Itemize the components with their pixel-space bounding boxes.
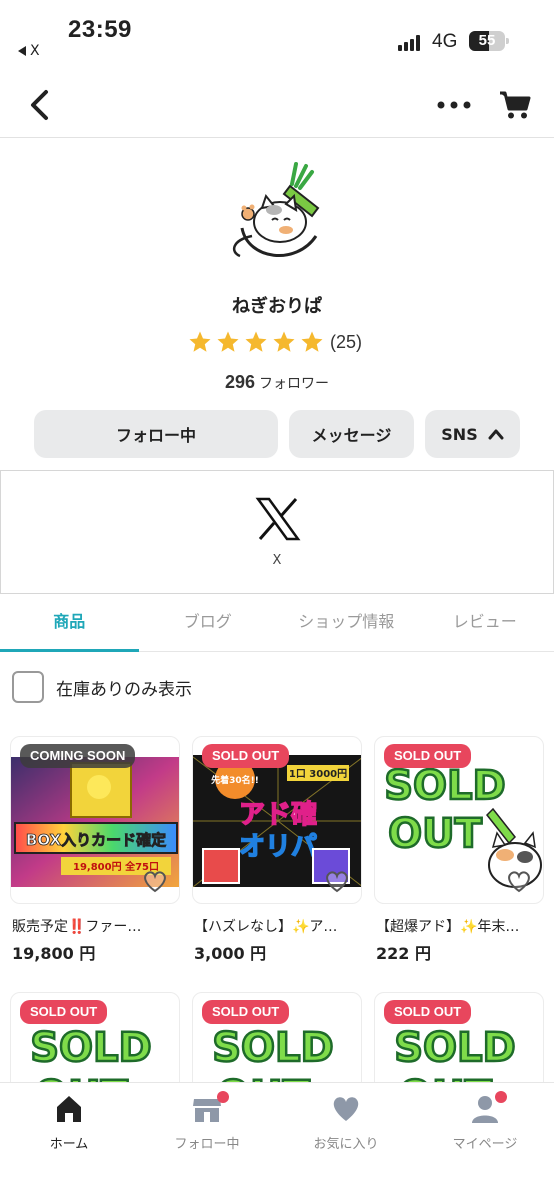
nav-home[interactable]: ホーム: [0, 1093, 138, 1152]
x-label: X: [272, 553, 282, 568]
ellipsis-icon[interactable]: [436, 94, 472, 116]
sns-panel: X: [0, 470, 554, 594]
x-logo-icon[interactable]: [255, 497, 301, 541]
star-icon: [301, 331, 323, 352]
stock-filter[interactable]: 在庫ありのみ表示: [12, 670, 192, 704]
status-badge: COMING SOON: [20, 744, 136, 768]
status-bar: 23:59 X 4G 55: [0, 0, 554, 70]
app-header: [0, 72, 554, 138]
nav-following-label: フォロー中: [174, 1137, 240, 1152]
soldout-art-text-1: SOLD: [394, 1025, 516, 1071]
review-count: (25): [330, 331, 363, 352]
nav-favorites[interactable]: お気に入り: [277, 1093, 415, 1152]
soldout-art-text-1: SOLD: [30, 1025, 152, 1071]
star-icon: [245, 331, 267, 352]
product-price: 222 円: [376, 944, 431, 963]
followers[interactable]: 296 フォロワー: [0, 372, 554, 393]
star-icon: [217, 331, 239, 352]
status-badge: SOLD OUT: [202, 744, 290, 768]
nav-favorites-label: お気に入り: [313, 1137, 379, 1152]
tab-blog[interactable]: ブログ: [139, 600, 278, 651]
product-2-price-text: 1口 3000円: [289, 768, 347, 780]
star-icon: [189, 331, 211, 352]
status-time: 23:59: [68, 16, 132, 43]
favorite-heart-icon[interactable]: [142, 870, 168, 894]
shop-tabs: 商品 ブログ ショップ情報 レビュー: [0, 600, 554, 652]
product-2-top-text: 先着30名!!: [211, 774, 259, 786]
message-button[interactable]: メッセージ: [289, 410, 414, 458]
battery-level: 55: [478, 32, 496, 49]
product-title[interactable]: 【超爆アド】✨年末…: [376, 916, 544, 936]
product-2-main-text-1: アド確: [239, 799, 317, 830]
nav-mypage[interactable]: マイページ: [416, 1091, 554, 1152]
followers-label: フォロワー: [259, 376, 330, 392]
message-button-label: メッセージ: [311, 426, 392, 445]
product-price: 19,800 円: [12, 944, 96, 963]
soldout-art-text-1: SOLD: [384, 763, 506, 809]
follow-button[interactable]: フォロー中: [34, 410, 278, 458]
signal-icon: [398, 35, 424, 51]
sns-button-label: SNS: [441, 424, 478, 444]
person-icon: [469, 1091, 507, 1125]
product-1-banner-text: BOX入りカード確定: [26, 831, 166, 849]
sns-toggle-button[interactable]: SNS: [425, 410, 520, 458]
stock-filter-label: 在庫ありのみ表示: [56, 679, 192, 700]
bottom-navigation: ホーム フォロー中 お気に入り マイページ: [0, 1082, 554, 1200]
notification-dot: [217, 1091, 229, 1103]
followers-count: 296: [224, 372, 256, 392]
cart-icon[interactable]: [498, 90, 532, 120]
battery-icon: 55: [469, 31, 509, 51]
shop-name: ねぎおりぱ: [232, 296, 322, 317]
product-title[interactable]: 【ハズレなし】✨ア…: [194, 916, 362, 936]
chevron-up-icon: [488, 429, 504, 440]
network-type: 4G: [432, 31, 458, 52]
back-app-label: X: [30, 43, 40, 59]
back-to-app-link[interactable]: X: [18, 43, 40, 59]
favorite-heart-icon[interactable]: [506, 870, 532, 894]
home-icon: [57, 1096, 81, 1122]
product-title[interactable]: 販売予定‼️ファー…: [12, 916, 180, 936]
chevron-left-icon[interactable]: [26, 88, 56, 122]
back-triangle-icon: [18, 46, 26, 56]
status-badge: SOLD OUT: [384, 744, 472, 768]
nav-following[interactable]: フォロー中: [138, 1091, 276, 1152]
nav-home-label: ホーム: [49, 1137, 89, 1152]
soldout-art-text-2: OUT: [388, 811, 482, 857]
status-badge: SOLD OUT: [384, 1000, 472, 1024]
product-2-main-text-2: オリパ: [239, 832, 317, 862]
soldout-art-text-1: SOLD: [212, 1025, 334, 1071]
nav-mypage-label: マイページ: [452, 1137, 518, 1152]
shop-logo: [232, 162, 320, 258]
tab-reviews[interactable]: レビュー: [416, 600, 554, 651]
status-badge: SOLD OUT: [202, 1000, 290, 1024]
tab-products[interactable]: 商品: [0, 600, 139, 652]
product-price: 3,000 円: [194, 944, 267, 963]
shop-rating[interactable]: (25): [188, 328, 362, 356]
follow-button-label: フォロー中: [115, 426, 196, 445]
heart-icon: [333, 1097, 359, 1121]
favorite-heart-icon[interactable]: [324, 870, 350, 894]
shop-icon: [191, 1091, 229, 1125]
notification-dot: [495, 1091, 507, 1103]
tab-shop-info[interactable]: ショップ情報: [277, 600, 416, 651]
status-badge: SOLD OUT: [20, 1000, 108, 1024]
star-icon: [273, 331, 295, 352]
in-stock-checkbox[interactable]: [12, 671, 44, 703]
